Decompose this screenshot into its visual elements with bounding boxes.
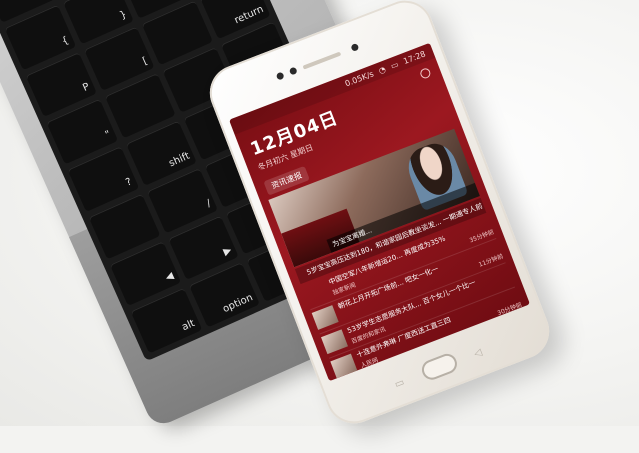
proximity-sensor-icon <box>350 42 360 52</box>
wifi-icon: ◔ <box>377 64 387 76</box>
news-source <box>340 313 343 321</box>
sensor-icon <box>288 66 298 76</box>
news-thumbnail <box>321 329 349 355</box>
news-thumbnail <box>311 305 339 330</box>
news-time <box>510 275 513 283</box>
news-thumbnail <box>302 281 329 306</box>
front-camera-icon <box>275 71 285 81</box>
battery-icon: ▭ <box>389 59 400 71</box>
